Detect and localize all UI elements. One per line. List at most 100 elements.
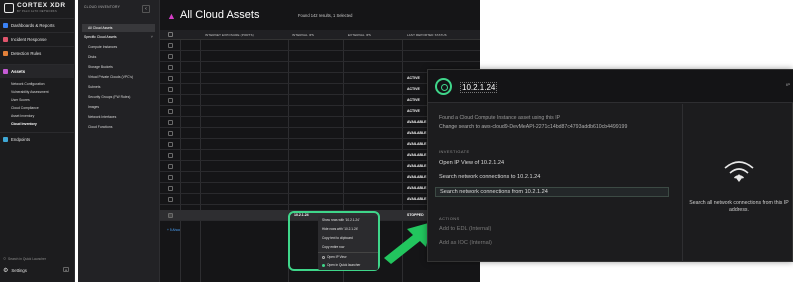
row-checkbox[interactable] (168, 120, 173, 125)
inventory-item[interactable]: Storage Buckets (78, 62, 159, 72)
endpoints-icon (3, 137, 8, 142)
dashboard-icon (3, 23, 8, 28)
results-count: Found 142 results, 1 Selected (298, 13, 353, 18)
row-checkbox[interactable] (168, 98, 173, 103)
menu-item-show-rows[interactable]: Show rows with '10.2.1.24' (318, 216, 378, 225)
inventory-item[interactable]: Network Interfaces (78, 112, 159, 122)
popup-header: 10.2.1.24 IP (428, 70, 793, 103)
inventory-group-specific[interactable]: Specific Cloud Assets ˅ (78, 32, 159, 42)
cortex-logo-icon (4, 3, 14, 13)
chevron-down-icon: ˅ (150, 34, 153, 39)
status-cell: AVAILABLE (407, 175, 427, 179)
assets-icon (3, 69, 8, 74)
menu-item-hide-rows[interactable]: Hide rows with '10.2.1.24' (318, 225, 378, 234)
search-connections-from-link[interactable]: Search network connections from 10.2.1.2… (435, 187, 669, 197)
column-header-last-reported-status[interactable]: LAST REPORTED STATUS (407, 33, 447, 37)
page-title: All Cloud Assets (180, 9, 260, 21)
subnav-cloud-compliance[interactable]: Cloud Compliance (11, 104, 75, 112)
open-ip-view-link[interactable]: Open IP View of 10.2.1.24 (439, 160, 504, 166)
status-cell: ACTIVE (407, 87, 420, 91)
quick-launcher-popup: 10.2.1.24 IP Found a Cloud Compute Insta… (427, 69, 793, 262)
row-checkbox[interactable] (168, 65, 173, 70)
menu-item-copy-row[interactable]: Copy entire row (318, 243, 378, 252)
table-row[interactable] (160, 40, 480, 51)
row-checkbox[interactable] (168, 109, 173, 114)
sidebar-item-assets[interactable]: Assets (0, 64, 75, 78)
subnav-asset-inventory[interactable]: Asset Inventory (11, 112, 75, 120)
table-row[interactable] (160, 51, 480, 62)
assets-page-icon: ▲ (167, 11, 176, 21)
row-checkbox[interactable] (168, 87, 173, 92)
brand-name: CORTEX XDR (17, 2, 66, 9)
row-checkbox[interactable] (168, 43, 173, 48)
subnav-cloud-inventory[interactable]: Cloud Inventory (11, 120, 75, 128)
status-cell: AVAILABLE (407, 186, 427, 190)
more-rows-link[interactable]: + 5 Ahoo (167, 228, 180, 232)
preview-description: Search all network connections from this… (689, 200, 789, 213)
status-cell: ACTIVE (407, 109, 420, 113)
popup-preview: Search all network connections from this… (682, 104, 793, 262)
menu-item-open-ip-view[interactable]: Open IP View (318, 252, 378, 261)
quick-launcher-label: Search in Quick Launcher (8, 257, 46, 261)
select-all-checkbox[interactable] (168, 32, 173, 37)
row-checkbox[interactable] (168, 153, 173, 158)
row-checkbox[interactable] (168, 142, 173, 147)
status-cell: AVAILABLE (407, 197, 427, 201)
status-cell: AVAILABLE (407, 142, 427, 146)
subnav-user-scores[interactable]: User Scores (11, 96, 75, 104)
sidebar-item-label: Endpoints (11, 137, 31, 142)
status-cell: ACTIVE (407, 98, 420, 102)
sidebar-item-detection-rules[interactable]: Detection Rules (0, 46, 75, 60)
inventory-item[interactable]: Compute Instances (78, 42, 159, 52)
inventory-item[interactable]: Images (78, 102, 159, 112)
status-cell: ACTIVE (407, 76, 420, 80)
inventory-item-all-cloud-assets[interactable]: All Cloud Assets (82, 24, 155, 32)
row-checkbox[interactable] (168, 164, 173, 169)
inventory-group-label: Specific Cloud Assets (84, 35, 117, 39)
sidebar-item-dashboards[interactable]: Dashboards & Reports (0, 18, 75, 32)
quick-launcher-search[interactable]: ○ Search in Quick Launcher (3, 256, 46, 262)
status-cell: AVAILABLE (407, 131, 427, 135)
sidebar-item-settings[interactable]: ⚙ Settings ● (3, 267, 73, 274)
menu-item-quick-launcher[interactable]: Open in Quick launcher (318, 261, 378, 270)
popup-ip-input[interactable]: 10.2.1.24 (460, 82, 498, 93)
detection-icon (3, 51, 8, 56)
search-connections-to-link[interactable]: Search network connections to 10.2.1.24 (439, 174, 540, 180)
row-checkbox[interactable] (168, 175, 173, 180)
inventory-item[interactable]: Security Groups (FW Rules) (78, 92, 159, 102)
cloud-inventory-panel: CLOUD INVENTORY ‹ All Cloud Assets Speci… (78, 0, 160, 282)
add-to-edl-link[interactable]: Add to EDL (Internal) (439, 226, 491, 232)
network-connections-icon (724, 161, 754, 182)
row-checkbox[interactable] (168, 54, 173, 59)
row-checkbox[interactable] (168, 197, 173, 202)
nav-list: Dashboards & Reports Incident Response D… (0, 18, 75, 146)
status-cell: AVAILABLE (407, 120, 427, 124)
inventory-item[interactable]: Cloud Functions (78, 122, 159, 132)
collapse-panel-button[interactable]: ‹ (142, 5, 150, 13)
app-window: CORTEX XDR BY PALO ALTO NETWORKS Dashboa… (0, 0, 793, 282)
inventory-item[interactable]: Virtual Private Clouds (VPC's) (78, 72, 159, 82)
column-header-internet-exposure[interactable]: INTERNET EXPOSURE (PORTS) (205, 33, 254, 37)
menu-item-copy-text[interactable]: Copy text to clipboard (318, 234, 378, 243)
row-checkbox[interactable] (168, 186, 173, 191)
sidebar-item-label: Detection Rules (11, 51, 42, 56)
status-cell: AVAILABLE (407, 164, 427, 168)
inventory-item[interactable]: Disks (78, 52, 159, 62)
column-header-internal-ips[interactable]: INTERNAL IPS (292, 33, 314, 37)
column-header-external-ips[interactable]: EXTERNAL IPS (348, 33, 371, 37)
subnav-vulnerability-assessment[interactable]: Vulnerability Assessment (11, 88, 75, 96)
subnav-network-configuration[interactable]: Network Configuration (11, 80, 75, 88)
gear-icon: ⚙ (3, 268, 9, 274)
quick-launcher-icon (322, 264, 325, 267)
search-icon: ○ (3, 256, 7, 262)
actions-section-label: ACTIONS (439, 216, 460, 221)
row-checkbox[interactable] (168, 213, 173, 218)
add-as-ioc-link[interactable]: Add as IOC (Internal) (439, 240, 492, 246)
row-checkbox[interactable] (168, 131, 173, 136)
user-icon[interactable]: ● (63, 267, 69, 272)
sidebar-item-incident-response[interactable]: Incident Response (0, 32, 75, 46)
sidebar-item-endpoints[interactable]: Endpoints (0, 132, 75, 146)
inventory-item[interactable]: Subnets (78, 82, 159, 92)
change-search-link[interactable]: Change search to aws-cloud9-DevMeAPI-227… (439, 124, 627, 130)
row-checkbox[interactable] (168, 76, 173, 81)
